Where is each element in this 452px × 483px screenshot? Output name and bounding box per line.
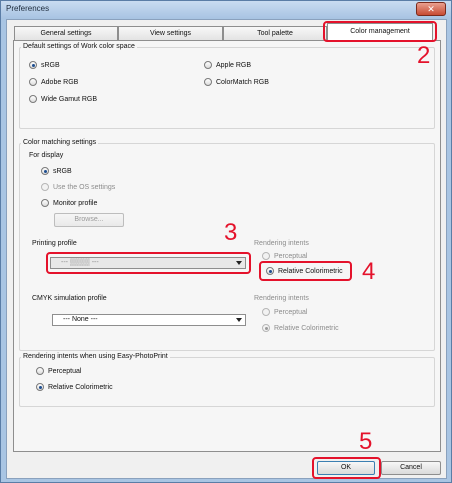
browse-button[interactable]: Browse... [54,213,124,227]
button-label: Cancel [400,464,422,471]
radio-use-os-settings[interactable]: Use the OS settings [41,183,115,191]
ok-button[interactable]: OK [317,461,375,475]
radio-monitor-profile[interactable]: Monitor profile [41,199,97,207]
radio-label: Monitor profile [53,199,98,207]
tab-tool-palette[interactable]: Tool palette [223,26,327,40]
work-color-space-group [19,47,435,129]
radio-easy-perceptual[interactable]: Perceptual [36,367,81,375]
radio-printing-relative-colorimetric[interactable]: Relative Colorimetric [266,267,343,275]
tab-general-settings[interactable]: General settings [14,26,118,40]
radio-dot [262,324,270,332]
radio-dot [266,267,274,275]
color-matching-title: Color matching settings [21,139,99,146]
button-label: Browse... [74,216,104,223]
title-bar[interactable]: Preferences ✕ [1,1,451,19]
radio-label: Use the OS settings [53,183,116,191]
radio-display-srgb[interactable]: sRGB [41,167,72,175]
radio-dot [29,78,37,86]
radio-label: sRGB [53,167,72,175]
window-title: Preferences [6,4,50,13]
chevron-down-icon [236,261,242,265]
easy-photoprint-group [19,357,435,407]
radio-label: Relative Colorimetric [48,383,113,391]
radio-dot [36,383,44,391]
radio-dot [41,183,49,191]
radio-label: ColorMatch RGB [216,78,269,86]
callout-2: 2 [417,42,431,69]
radio-label: Wide Gamut RGB [41,95,98,103]
radio-wide-gamut-rgb[interactable]: Wide Gamut RGB [29,95,97,103]
radio-printing-perceptual[interactable]: Perceptual [262,252,307,260]
radio-easy-relative-colorimetric[interactable]: Relative Colorimetric [36,383,113,391]
easy-photoprint-title: Rendering intents when using Easy-PhotoP… [21,353,170,360]
radio-dot [262,252,270,260]
for-display-label: For display [29,152,64,159]
radio-dot [29,95,37,103]
radio-label: Adobe RGB [41,78,79,86]
close-button[interactable]: ✕ [416,2,446,16]
radio-dot [204,61,212,69]
button-label: OK [340,464,352,471]
radio-label: Relative Colorimetric [278,267,343,275]
printing-rendering-intents-label: Rendering intents [254,240,309,247]
printing-profile-select[interactable]: --- ▒▒▒▒ --- [50,257,246,269]
radio-dot [41,167,49,175]
printing-profile-label: Printing profile [32,240,77,247]
radio-srgb[interactable]: sRGB [29,61,60,69]
radio-dot [204,78,212,86]
tab-label: General settings [40,30,92,37]
radio-colormatch-rgb[interactable]: ColorMatch RGB [204,78,269,86]
radio-label: Perceptual [274,308,308,316]
callout-5: 5 [359,428,373,455]
radio-apple-rgb[interactable]: Apple RGB [204,61,251,69]
dialog-client-area: General settings View settings Tool pale… [6,19,447,479]
tab-label: View settings [149,30,192,37]
callout-3: 3 [224,219,238,246]
radio-label: Perceptual [48,367,82,375]
radio-dot [41,199,49,207]
tab-view-settings[interactable]: View settings [118,26,223,40]
cmyk-profile-value: --- None --- [63,316,98,323]
radio-label: Relative Colorimetric [274,324,339,332]
radio-adobe-rgb[interactable]: Adobe RGB [29,78,78,86]
tab-label: Color management [350,28,410,35]
radio-dot [262,308,270,316]
radio-label: Perceptual [274,252,308,260]
cmyk-profile-select[interactable]: --- None --- [52,314,246,326]
radio-label: sRGB [41,61,60,69]
close-icon: ✕ [427,4,435,14]
radio-dot [29,61,37,69]
cancel-button[interactable]: Cancel [381,461,441,475]
tab-color-management[interactable]: Color management [327,23,433,40]
radio-cmyk-relative-colorimetric[interactable]: Relative Colorimetric [262,324,339,332]
work-color-space-title: Default settings of Work color space [21,43,137,50]
radio-cmyk-perceptual[interactable]: Perceptual [262,308,307,316]
callout-4: 4 [362,258,376,285]
chevron-down-icon [236,318,242,322]
printing-profile-value: --- ▒▒▒▒ --- [61,259,99,266]
cmyk-rendering-intents-label: Rendering intents [254,295,309,302]
radio-label: Apple RGB [216,61,252,69]
color-management-panel: Default settings of Work color space sRG… [13,40,441,452]
radio-dot [36,367,44,375]
tab-label: Tool palette [257,30,293,37]
cmyk-simulation-label: CMYK simulation profile [32,295,107,302]
preferences-window: Preferences ✕ General settings View sett… [0,0,452,483]
